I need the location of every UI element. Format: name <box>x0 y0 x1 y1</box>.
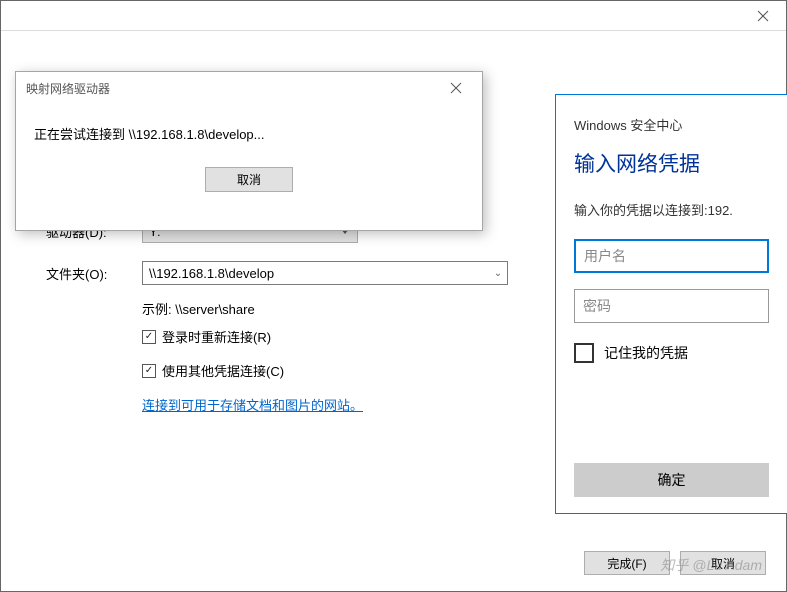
credentials-subtitle: Windows 安全中心 <box>574 115 769 134</box>
dialog-content: 驱动器(D): Y: 文件夹(O): \\192.168.1.8\develop… <box>1 31 786 591</box>
remember-credentials-checkbox-row[interactable]: 记住我的凭据 <box>574 343 769 363</box>
dialog-titlebar <box>1 1 786 31</box>
different-credentials-checkbox-label: 使用其他凭据连接(C) <box>162 361 284 380</box>
connecting-modal-close-button[interactable] <box>440 76 472 100</box>
close-icon <box>450 82 462 94</box>
checkmark-icon: ✓ <box>142 330 156 344</box>
connecting-modal: 映射网络驱动器 正在尝试连接到 \\192.168.1.8\develop...… <box>15 71 483 231</box>
connecting-cancel-button[interactable]: 取消 <box>205 167 293 192</box>
map-drive-dialog: 驱动器(D): Y: 文件夹(O): \\192.168.1.8\develop… <box>0 0 787 592</box>
finish-button[interactable]: 完成(F) <box>584 551 670 575</box>
credentials-heading: 输入网络凭据 <box>574 148 769 178</box>
folder-example-text: 示例: \\server\share <box>142 299 255 318</box>
close-icon <box>757 10 769 22</box>
reconnect-checkbox-label: 登录时重新连接(R) <box>162 327 271 346</box>
dialog-footer-buttons: 完成(F) 取消 <box>584 551 766 575</box>
reconnect-checkbox-row[interactable]: ✓ 登录时重新连接(R) <box>142 327 271 346</box>
password-placeholder: 密码 <box>583 296 611 316</box>
cancel-button[interactable]: 取消 <box>680 551 766 575</box>
folder-combobox[interactable]: \\192.168.1.8\develop ⌄ <box>142 261 508 285</box>
folder-combobox-value: \\192.168.1.8\develop <box>149 266 274 281</box>
folder-label: 文件夹(O): <box>46 264 124 283</box>
checkmark-icon: ✓ <box>142 364 156 378</box>
checkbox-unchecked-icon <box>574 343 594 363</box>
dialog-close-button[interactable] <box>740 1 786 31</box>
credentials-panel: Windows 安全中心 输入网络凭据 输入你的凭据以连接到:192. 用户名 … <box>555 94 787 514</box>
credentials-prompt: 输入你的凭据以连接到:192. <box>574 200 769 219</box>
username-placeholder: 用户名 <box>584 246 626 266</box>
remember-credentials-label: 记住我的凭据 <box>604 343 688 363</box>
connect-website-link[interactable]: 连接到可用于存储文档和图片的网站。 <box>142 395 363 414</box>
chevron-down-icon: ⌄ <box>489 262 507 284</box>
credentials-ok-button[interactable]: 确定 <box>574 463 769 497</box>
password-field[interactable]: 密码 <box>574 289 769 323</box>
connecting-modal-title: 映射网络驱动器 <box>26 80 110 97</box>
username-field[interactable]: 用户名 <box>574 239 769 273</box>
connecting-modal-titlebar: 映射网络驱动器 <box>16 72 482 104</box>
connecting-modal-body: 正在尝试连接到 \\192.168.1.8\develop... 取消 <box>16 104 482 192</box>
different-credentials-checkbox-row[interactable]: ✓ 使用其他凭据连接(C) <box>142 361 284 380</box>
folder-row: 文件夹(O): \\192.168.1.8\develop ⌄ <box>46 261 508 285</box>
connecting-message: 正在尝试连接到 \\192.168.1.8\develop... <box>34 124 464 143</box>
